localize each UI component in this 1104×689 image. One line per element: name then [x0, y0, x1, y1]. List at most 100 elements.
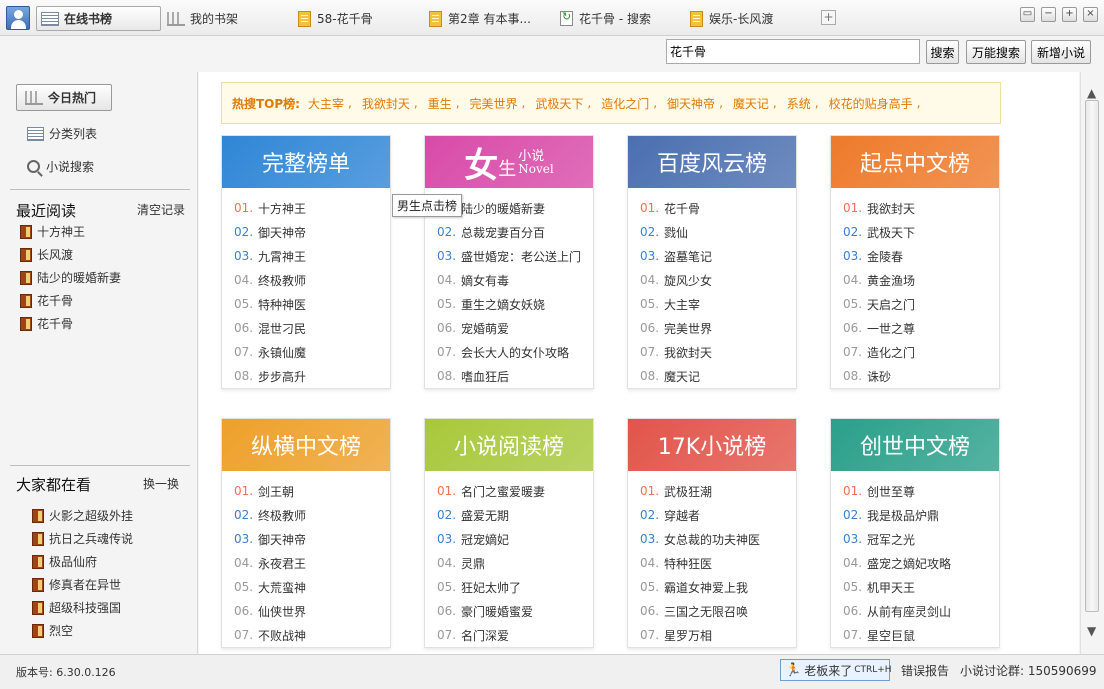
ranking-row[interactable]: 05. 大荒蛮神 — [234, 575, 390, 599]
scroll-thumb[interactable] — [1085, 100, 1099, 612]
ranking-row[interactable]: 02. 总裁宠妻百分百 — [437, 220, 593, 244]
hot-search-word[interactable]: 御天神帝 — [667, 95, 715, 112]
clear-history-link[interactable]: 清空记录 — [137, 201, 185, 218]
ranking-row[interactable]: 03. 盗墓笔记 — [640, 244, 796, 268]
universal-search-button[interactable]: 万能搜索 — [966, 40, 1026, 64]
watching-item[interactable]: 烈空 — [32, 622, 73, 639]
close-window-icon[interactable]: × — [1083, 7, 1098, 22]
ranking-row[interactable]: 08. 嗜血狂后 — [437, 364, 593, 388]
ranking-row[interactable]: 07. 名门深爱 — [437, 623, 593, 647]
ranking-row[interactable]: 02. 御天神帝 — [234, 220, 390, 244]
ranking-card-title[interactable]: 纵横中文榜 — [222, 419, 390, 471]
tab-chapter-2[interactable]: 第2章 有本事... — [429, 6, 531, 31]
ranking-row[interactable]: 02. 盛爱无期 — [437, 503, 593, 527]
ranking-row[interactable]: 07. 会长大人的女仆攻略 — [437, 340, 593, 364]
ranking-row[interactable]: 01. 创世至尊 — [843, 479, 999, 503]
ranking-row[interactable]: 02. 武极天下 — [843, 220, 999, 244]
ranking-row[interactable]: 03. 金陵春 — [843, 244, 999, 268]
ranking-row[interactable]: 01. 名门之蜜爱暖妻 — [437, 479, 593, 503]
tab-book-chapter-58[interactable]: 58-花千骨 — [298, 6, 373, 31]
ranking-row[interactable]: 08. 魔天记 — [640, 364, 796, 388]
ranking-row[interactable]: 07. 永镇仙魔 — [234, 340, 390, 364]
ranking-row[interactable]: 01. 十方神王 — [234, 196, 390, 220]
hot-search-word[interactable]: 魔天记 — [733, 95, 769, 112]
ranking-row[interactable]: 04. 黄金渔场 — [843, 268, 999, 292]
swap-link[interactable]: 换一换 — [143, 475, 179, 492]
ranking-row[interactable]: 05. 狂妃太帅了 — [437, 575, 593, 599]
watching-item[interactable]: 修真者在异世 — [32, 576, 121, 593]
ranking-row[interactable]: 04. 灵鼎 — [437, 551, 593, 575]
novel-search-link[interactable]: 小说搜索 — [27, 158, 94, 175]
hot-search-word[interactable]: 系统 — [787, 95, 811, 112]
recent-item[interactable]: 陆少的暖婚新妻 — [20, 269, 121, 286]
ranking-row[interactable]: 01. 花千骨 — [640, 196, 796, 220]
hot-search-word[interactable]: 重生 — [428, 95, 452, 112]
hot-search-word[interactable]: 完美世界 — [470, 95, 518, 112]
tab-search-results[interactable]: 花千骨 - 搜索 — [560, 6, 651, 31]
ranking-row[interactable]: 03. 冠宠嫡妃 — [437, 527, 593, 551]
ranking-card-title[interactable]: 完整榜单 — [222, 136, 390, 188]
ranking-row[interactable]: 03. 九霄神王 — [234, 244, 390, 268]
ranking-row[interactable]: 04. 特种狂医 — [640, 551, 796, 575]
ranking-row[interactable]: 07. 星罗万相 — [640, 623, 796, 647]
category-list-link[interactable]: 分类列表 — [27, 125, 97, 142]
ranking-row[interactable]: 06. 一世之尊 — [843, 316, 999, 340]
ranking-row[interactable]: 05. 霸道女神爱上我 — [640, 575, 796, 599]
ranking-row[interactable]: 07. 造化之门 — [843, 340, 999, 364]
ranking-row[interactable]: 04. 永夜君王 — [234, 551, 390, 575]
search-input[interactable] — [666, 39, 920, 64]
ranking-card-title[interactable]: 创世中文榜 — [831, 419, 999, 471]
scroll-up-icon[interactable]: ▲ — [1087, 86, 1096, 100]
ranking-row[interactable]: 08. 步步高升 — [234, 364, 390, 388]
user-avatar-icon[interactable] — [6, 6, 30, 30]
watching-item[interactable]: 极品仙府 — [32, 553, 97, 570]
ranking-row[interactable]: 02. 我是极品炉鼎 — [843, 503, 999, 527]
ranking-row[interactable]: 03. 御天神帝 — [234, 527, 390, 551]
ranking-row[interactable]: 04. 嫡女有毒 — [437, 268, 593, 292]
search-button[interactable]: 搜索 — [926, 40, 959, 64]
boss-key-button[interactable]: 🏃 老板来了 CTRL+H — [780, 659, 892, 681]
restore-window-icon[interactable]: ▭ — [1020, 7, 1035, 22]
ranking-row[interactable]: 04. 终极教师 — [234, 268, 390, 292]
scroll-down-icon[interactable]: ▼ — [1087, 624, 1096, 638]
ranking-row[interactable]: 04. 旋风少女 — [640, 268, 796, 292]
ranking-card-title[interactable]: 起点中文榜 — [831, 136, 999, 188]
hot-search-word[interactable]: 我欲封天 — [362, 95, 410, 112]
ranking-row[interactable]: 07. 我欲封天 — [640, 340, 796, 364]
ranking-row[interactable]: 05. 大主宰 — [640, 292, 796, 316]
ranking-row[interactable]: 01. 我欲封天 — [843, 196, 999, 220]
recent-item[interactable]: 十方神王 — [20, 223, 85, 240]
minimize-window-icon[interactable]: − — [1041, 7, 1056, 22]
maximize-window-icon[interactable]: + — [1062, 7, 1077, 22]
recent-item[interactable]: 花千骨 — [20, 292, 73, 309]
hot-search-word[interactable]: 校花的贴身高手 — [829, 95, 913, 112]
ranking-row[interactable]: 06. 豪门暖婚蜜爱 — [437, 599, 593, 623]
ranking-row[interactable]: 07. 星空巨鼠 — [843, 623, 999, 647]
ranking-row[interactable]: 01. 武极狂潮 — [640, 479, 796, 503]
ranking-row[interactable]: 05. 重生之嫡女妖娆 — [437, 292, 593, 316]
watching-item[interactable]: 火影之超级外挂 — [32, 507, 133, 524]
new-tab-plus-icon[interactable]: + — [821, 10, 836, 25]
ranking-row[interactable]: 06. 仙侠世界 — [234, 599, 390, 623]
ranking-row[interactable]: 08. 诛砂 — [843, 364, 999, 388]
tab-my-bookshelf[interactable]: 我的书架 — [167, 6, 238, 31]
ranking-row[interactable]: 03. 盛世婚宠：老公送上门 — [437, 244, 593, 268]
ranking-card-title[interactable]: 百度风云榜 — [628, 136, 796, 188]
ranking-row[interactable]: 06. 混世刁民 — [234, 316, 390, 340]
ranking-card-title[interactable]: 小说阅读榜 — [425, 419, 593, 471]
hot-today-button[interactable]: 今日热门 — [16, 84, 112, 111]
hot-search-word[interactable]: 造化之门 — [601, 95, 649, 112]
ranking-row[interactable]: 02. 戮仙 — [640, 220, 796, 244]
ranking-row[interactable]: 03. 冠军之光 — [843, 527, 999, 551]
ranking-row[interactable]: 03. 女总裁的功夫神医 — [640, 527, 796, 551]
ranking-row[interactable]: 06. 宠婚萌爱 — [437, 316, 593, 340]
ranking-card-title[interactable]: 17K小说榜 — [628, 419, 796, 471]
ranking-card-title[interactable]: 女生小说 Novel — [425, 136, 593, 188]
ranking-row[interactable]: 01. 剑王朝 — [234, 479, 390, 503]
ranking-row[interactable]: 05. 特种神医 — [234, 292, 390, 316]
ranking-row[interactable]: 07. 不败战神 — [234, 623, 390, 647]
ranking-row[interactable]: 06. 三国之无限召唤 — [640, 599, 796, 623]
ranking-row[interactable]: 02. 穿越者 — [640, 503, 796, 527]
watching-item[interactable]: 超级科技强国 — [32, 599, 121, 616]
hot-search-word[interactable]: 武极天下 — [535, 95, 583, 112]
